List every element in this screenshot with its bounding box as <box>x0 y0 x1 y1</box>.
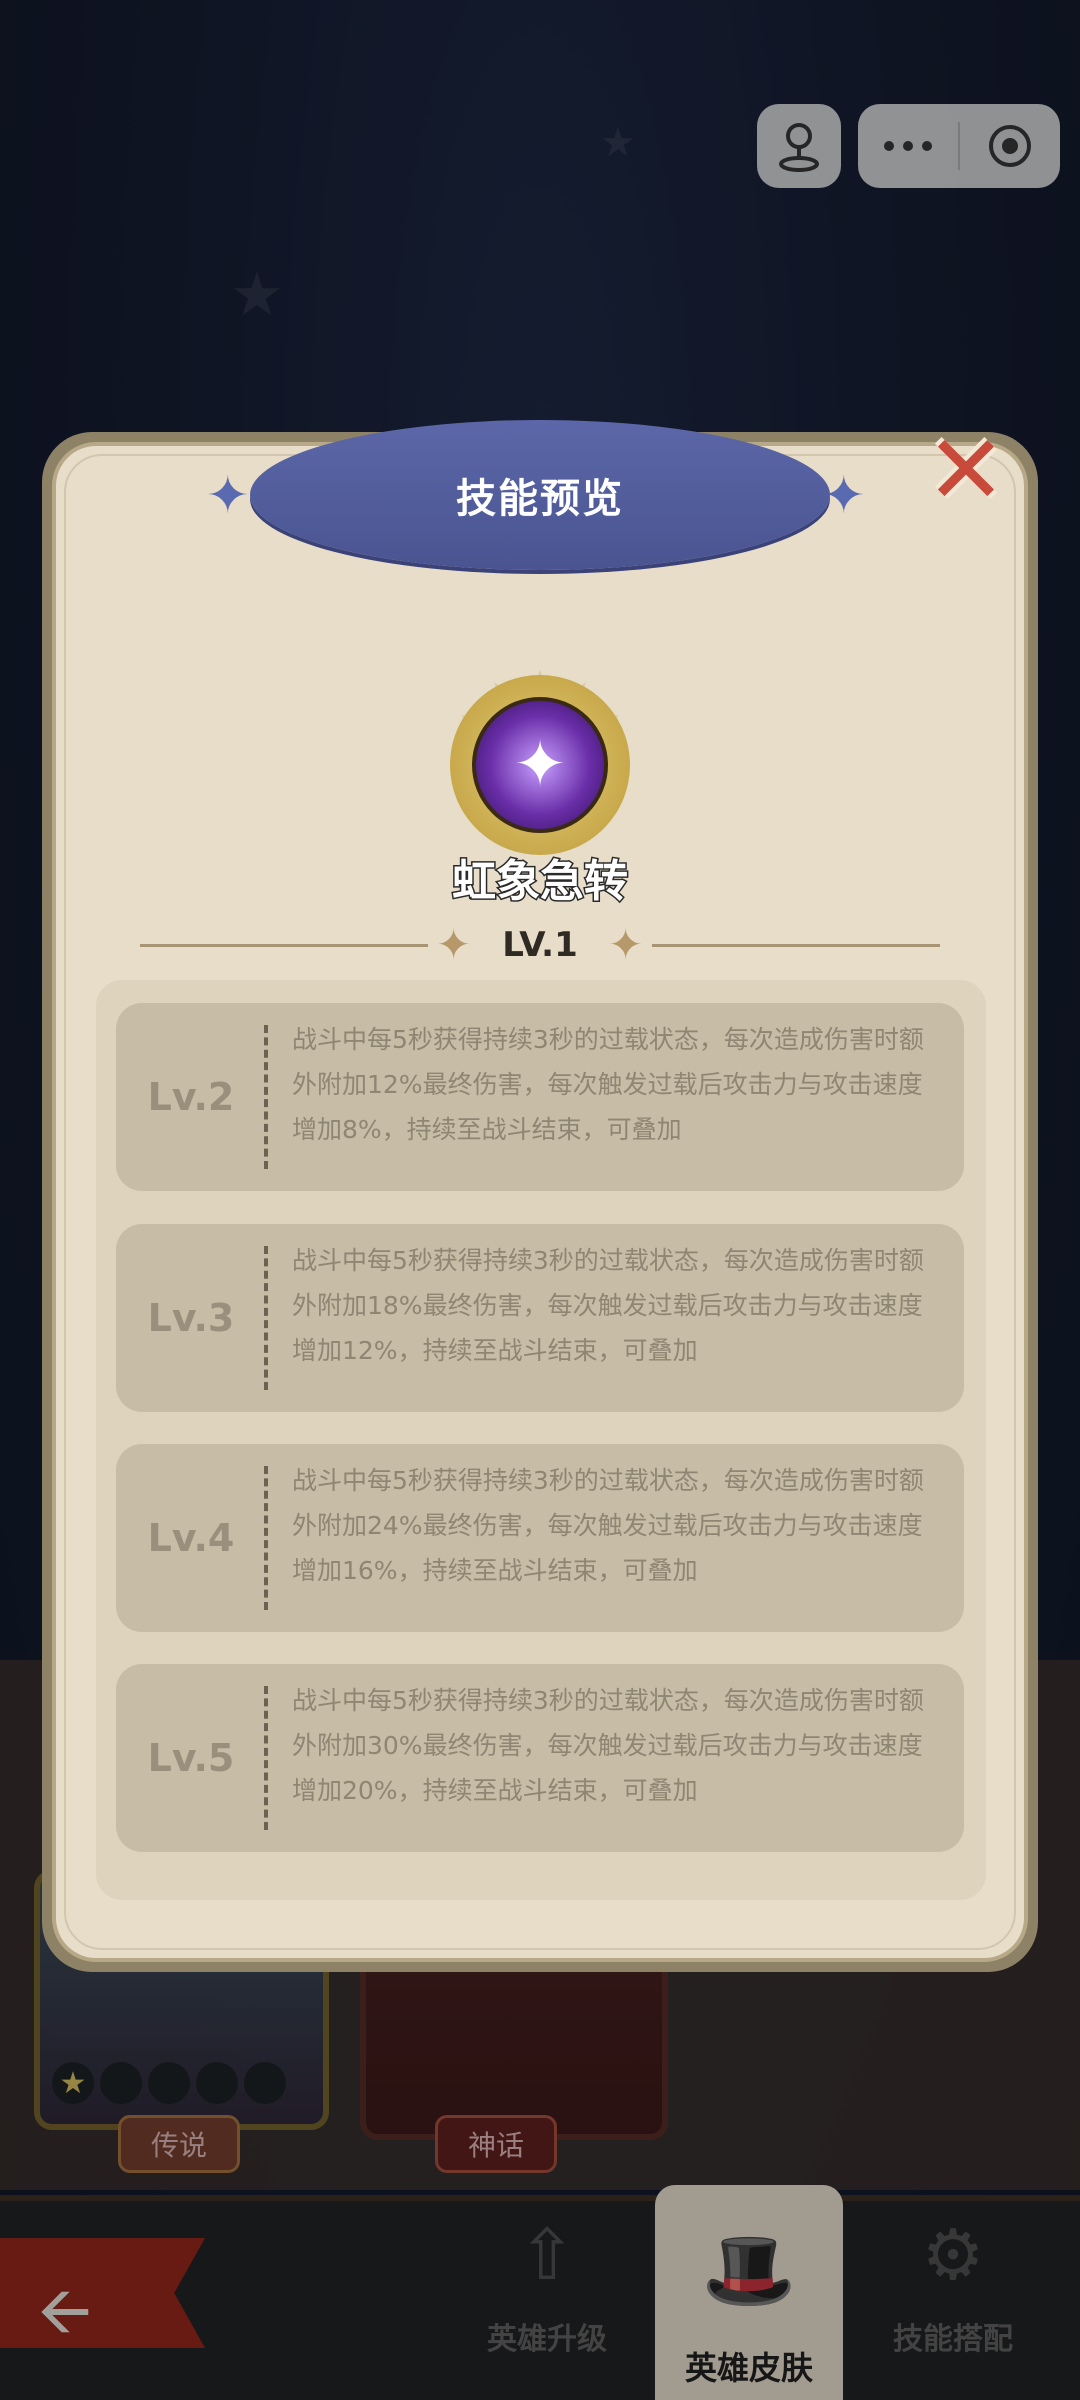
dashed-divider <box>264 1025 268 1169</box>
sparkle-icon: ✦ <box>436 920 472 969</box>
dashed-divider <box>264 1246 268 1390</box>
level-description: 战斗中每5秒获得持续3秒的过载状态，每次造成伤害时额外附加24%最终伤害，每次触… <box>292 1466 924 1585</box>
divider-left <box>140 944 428 947</box>
close-icon[interactable]: ✕ <box>916 414 1016 526</box>
dashed-divider <box>264 1466 268 1610</box>
skill-name: 虹象急转 <box>451 855 630 909</box>
modal-title: 技能预览 <box>456 476 624 522</box>
level-label: Lv.5 <box>147 1736 235 1780</box>
dashed-divider <box>264 1686 268 1830</box>
sparkle-icon: ✦ <box>608 920 644 969</box>
level-row-3: Lv.3 战斗中每5秒获得持续3秒的过载状态，每次造成伤害时额外附加18%最终伤… <box>116 1224 964 1412</box>
divider-right <box>652 944 940 947</box>
level-label: Lv.4 <box>147 1516 235 1560</box>
level-description: 战斗中每5秒获得持续3秒的过载状态，每次造成伤害时额外附加12%最终伤害，每次触… <box>292 1025 924 1144</box>
level-row-2: Lv.2 战斗中每5秒获得持续3秒的过载状态，每次造成伤害时额外附加12%最终伤… <box>116 1003 964 1191</box>
sparkle-icon: ✦ <box>206 466 250 526</box>
skill-portrait-icon: ✦ <box>472 697 608 833</box>
title-banner: 技能预览 <box>250 420 830 570</box>
level-description: 战斗中每5秒获得持续3秒的过载状态，每次造成伤害时额外附加30%最终伤害，每次触… <box>292 1686 924 1805</box>
level-label: Lv.3 <box>147 1296 235 1340</box>
level-label: Lv.2 <box>147 1075 235 1119</box>
level-row-4: Lv.4 战斗中每5秒获得持续3秒的过载状态，每次造成伤害时额外附加24%最终伤… <box>116 1444 964 1632</box>
level-row-5: Lv.5 战斗中每5秒获得持续3秒的过载状态，每次造成伤害时额外附加30%最终伤… <box>116 1664 964 1852</box>
current-level: LV.1 <box>502 925 578 965</box>
level-description: 战斗中每5秒获得持续3秒的过载状态，每次造成伤害时额外附加18%最终伤害，每次触… <box>292 1246 924 1365</box>
